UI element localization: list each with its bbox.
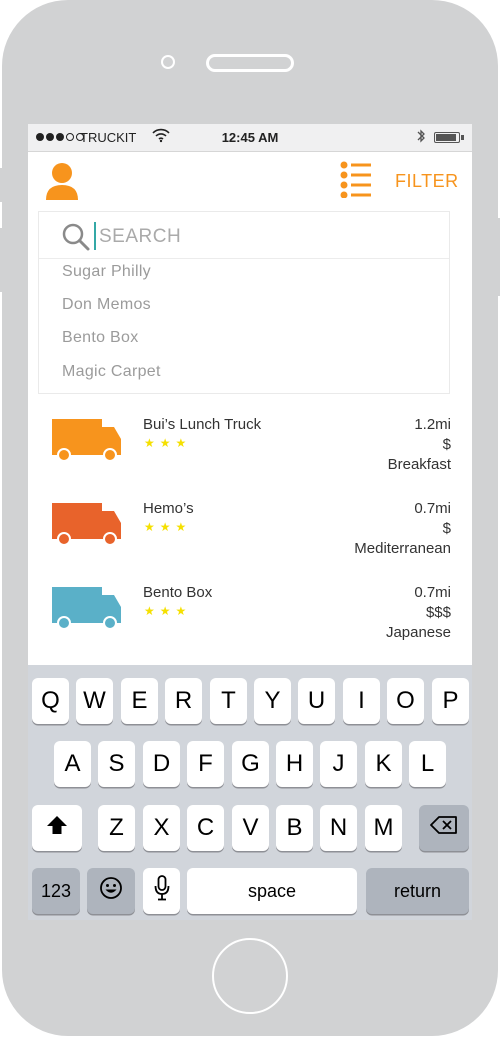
key[interactable]: H <box>276 741 313 787</box>
phone-side-button <box>0 168 4 202</box>
earpiece-speaker <box>206 54 294 72</box>
battery-icon <box>434 132 460 143</box>
truck-price: $$$ <box>425 604 451 621</box>
microphone-icon <box>154 874 170 908</box>
shift-key[interactable] <box>32 805 82 851</box>
truck-price: $ <box>442 520 451 537</box>
backspace-icon <box>430 814 458 842</box>
key[interactable]: G <box>232 741 269 787</box>
emoji-key[interactable] <box>87 868 135 914</box>
suggestion-item[interactable]: Don Memos <box>62 296 151 314</box>
key[interactable]: V <box>232 805 269 851</box>
battery-tip <box>461 135 464 140</box>
status-bar: TRUCKIT 12:45 AM <box>28 124 472 152</box>
phone-side-button <box>496 218 500 296</box>
return-key[interactable]: return <box>366 868 469 914</box>
key[interactable]: Y <box>254 678 291 724</box>
truck-list-item[interactable]: Bento Box ★★★ 0.7mi $$$ Japanese <box>28 577 472 659</box>
truck-cuisine: Mediterranean <box>354 540 451 557</box>
search-icon <box>61 222 91 257</box>
truck-price: $ <box>442 436 451 453</box>
search-panel: Sugar Philly Don Memos Bento Box Magic C… <box>38 211 450 394</box>
battery-level <box>436 134 456 141</box>
key[interactable]: Z <box>98 805 135 851</box>
key[interactable]: A <box>54 741 91 787</box>
key[interactable]: X <box>143 805 180 851</box>
key[interactable]: S <box>98 741 135 787</box>
key[interactable]: U <box>298 678 335 724</box>
rating-stars: ★★★ <box>144 436 192 450</box>
truck-list-item[interactable]: Hemo’s ★★★ 0.7mi $ Mediterranean <box>28 493 472 575</box>
keyboard: Q W E R T Y U I O P A S D F G H J K L Z … <box>28 665 472 920</box>
key[interactable]: W <box>76 678 113 724</box>
numbers-key[interactable]: 123 <box>32 868 80 914</box>
truck-icon <box>52 587 124 631</box>
key[interactable]: T <box>210 678 247 724</box>
key[interactable]: F <box>187 741 224 787</box>
key[interactable]: E <box>121 678 158 724</box>
key[interactable]: R <box>165 678 202 724</box>
truck-name: Bui’s Lunch Truck <box>143 416 262 433</box>
key[interactable]: I <box>343 678 380 724</box>
search-box[interactable] <box>39 212 449 259</box>
key[interactable]: L <box>409 741 446 787</box>
key[interactable]: J <box>320 741 357 787</box>
key[interactable]: P <box>432 678 469 724</box>
key[interactable]: B <box>276 805 313 851</box>
truck-distance: 0.7mi <box>414 500 451 517</box>
bluetooth-icon <box>416 128 426 147</box>
truck-name: Hemo’s <box>143 500 194 517</box>
truck-list-item[interactable]: Bui’s Lunch Truck ★★★ 1.2mi $ Breakfast <box>28 409 472 491</box>
phone-side-button <box>0 228 4 292</box>
filter-button[interactable]: FILTER <box>395 171 459 192</box>
search-input[interactable] <box>97 220 431 254</box>
truck-cuisine: Japanese <box>385 624 451 641</box>
emoji-icon <box>99 876 123 907</box>
front-camera <box>161 55 175 69</box>
truck-icon <box>52 503 124 547</box>
key[interactable]: O <box>387 678 424 724</box>
clock: 12:45 AM <box>221 130 279 145</box>
key[interactable]: Q <box>32 678 69 724</box>
suggestion-item[interactable]: Magic Carpet <box>62 363 161 381</box>
suggestion-item[interactable]: Sugar Philly <box>62 263 151 281</box>
key[interactable]: K <box>365 741 402 787</box>
key[interactable]: C <box>187 805 224 851</box>
app-screen: TRUCKIT 12:45 AM FILTER Sugar Phil <box>28 124 472 920</box>
list-icon[interactable] <box>340 160 374 199</box>
rating-stars: ★★★ <box>144 520 192 534</box>
dictation-key[interactable] <box>143 868 180 914</box>
truck-cuisine: Breakfast <box>387 456 451 473</box>
suggestion-item[interactable]: Bento Box <box>62 329 139 347</box>
rating-stars: ★★★ <box>144 604 192 618</box>
text-cursor <box>94 222 96 250</box>
truck-distance: 1.2mi <box>414 416 451 433</box>
delete-key[interactable] <box>419 805 469 851</box>
key[interactable]: M <box>365 805 402 851</box>
user-icon[interactable] <box>44 160 80 202</box>
space-key[interactable]: space <box>187 868 357 914</box>
truck-name: Bento Box <box>143 584 213 601</box>
shift-icon <box>46 814 68 842</box>
key[interactable]: D <box>143 741 180 787</box>
key[interactable]: N <box>320 805 357 851</box>
truck-distance: 0.7mi <box>414 584 451 601</box>
truck-icon <box>52 419 124 463</box>
home-button[interactable] <box>212 938 288 1014</box>
